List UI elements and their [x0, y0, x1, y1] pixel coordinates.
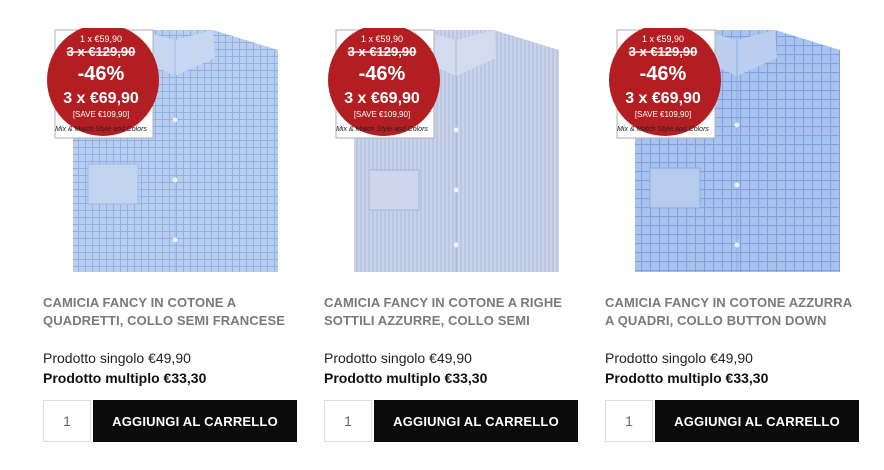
product-image[interactable]: 1 x €59,90 3 x €129,90 -46% 3 x €69,90 […: [605, 0, 859, 280]
svg-text:1 x €59,90: 1 x €59,90: [80, 34, 122, 44]
svg-text:3 x €69,90: 3 x €69,90: [625, 90, 701, 107]
product-card: 1 x €59,90 3 x €129,90 -46% 3 x €69,90 […: [605, 0, 859, 470]
product-card: 1 x €59,90 3 x €129,90 -46% 3 x €69,90 […: [43, 0, 297, 470]
svg-text:[SAVE €109,90]: [SAVE €109,90]: [354, 110, 410, 119]
quantity-input[interactable]: [324, 400, 372, 442]
svg-text:-46%: -46%: [359, 63, 406, 85]
add-to-cart-button[interactable]: AGGIUNGI AL CARRELLO: [655, 400, 859, 442]
product-card: 1 x €59,90 3 x €129,90 -46% 3 x €69,90 […: [324, 0, 578, 470]
svg-text:-46%: -46%: [78, 63, 125, 85]
multi-price: Prodotto multiplo €33,30: [605, 370, 769, 386]
svg-text:Mix & Match Style and Colors: Mix & Match Style and Colors: [55, 126, 147, 133]
svg-text:1 x €59,90: 1 x €59,90: [361, 34, 403, 44]
single-price: Prodotto singolo €49,90: [605, 350, 753, 366]
svg-text:[SAVE €109,90]: [SAVE €109,90]: [73, 110, 129, 119]
add-to-cart-button[interactable]: AGGIUNGI AL CARRELLO: [374, 400, 578, 442]
quantity-input[interactable]: [43, 400, 91, 442]
svg-text:3 x €69,90: 3 x €69,90: [344, 90, 420, 107]
svg-text:3 x €129,90: 3 x €129,90: [67, 44, 136, 59]
promo-badge: 1 x €59,90 3 x €129,90 -46% 3 x €69,90 […: [328, 28, 440, 139]
svg-text:3 x €129,90: 3 x €129,90: [348, 44, 417, 59]
product-image[interactable]: 1 x €59,90 3 x €129,90 -46% 3 x €69,90 […: [43, 0, 297, 280]
single-price: Prodotto singolo €49,90: [43, 350, 191, 366]
svg-text:1 x €59,90: 1 x €59,90: [642, 34, 684, 44]
promo-badge: 1 x €59,90 3 x €129,90 -46% 3 x €69,90 […: [609, 28, 721, 139]
svg-text:3 x €129,90: 3 x €129,90: [629, 44, 698, 59]
product-title[interactable]: CAMICIA FANCY IN COTONE A QUADRETTI, COL…: [43, 294, 297, 330]
single-price: Prodotto singolo €49,90: [324, 350, 472, 366]
svg-text:[SAVE €109,90]: [SAVE €109,90]: [635, 110, 691, 119]
svg-text:Mix & Match Style and Colors: Mix & Match Style and Colors: [336, 126, 428, 133]
svg-text:-46%: -46%: [640, 63, 687, 85]
product-image[interactable]: 1 x €59,90 3 x €129,90 -46% 3 x €69,90 […: [324, 0, 578, 280]
multi-price: Prodotto multiplo €33,30: [324, 370, 488, 386]
promo-badge: 1 x €59,90 3 x €129,90 -46% 3 x €69,90 […: [47, 28, 159, 139]
svg-text:Mix & Match Style and Colors: Mix & Match Style and Colors: [617, 126, 709, 133]
svg-text:3 x €69,90: 3 x €69,90: [63, 90, 139, 107]
product-title[interactable]: CAMICIA FANCY IN COTONE A RIGHE SOTTILI …: [324, 294, 578, 330]
multi-price: Prodotto multiplo €33,30: [43, 370, 207, 386]
quantity-input[interactable]: [605, 400, 653, 442]
product-title[interactable]: CAMICIA FANCY IN COTONE AZZURRA A QUADRI…: [605, 294, 859, 330]
add-to-cart-button[interactable]: AGGIUNGI AL CARRELLO: [93, 400, 297, 442]
